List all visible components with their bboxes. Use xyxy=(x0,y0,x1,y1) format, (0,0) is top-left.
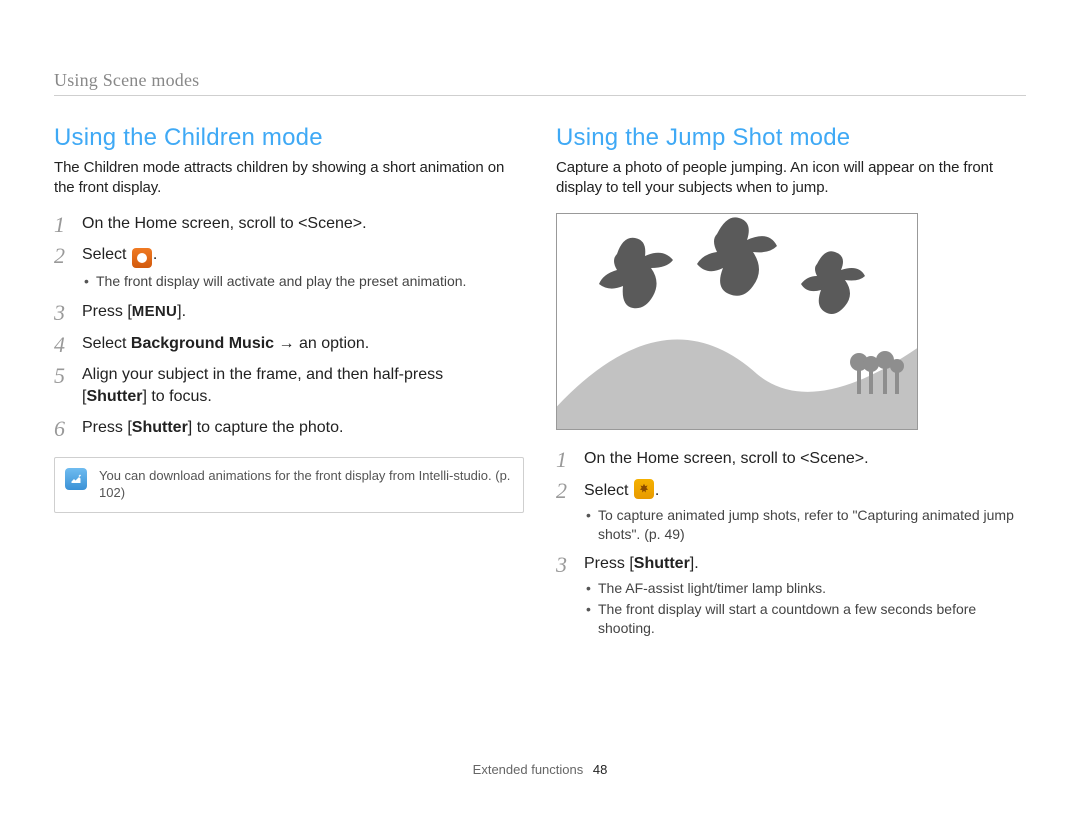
step-sub-list: To capture animated jump shots, refer to… xyxy=(584,506,1026,544)
step-text-pre: Press [ xyxy=(584,555,634,572)
step-text-pre: Select xyxy=(82,246,131,263)
step-bold: Shutter xyxy=(86,388,142,405)
step-1: On the Home screen, scroll to <Scene>. xyxy=(54,213,524,235)
note-text: You can download animations for the fron… xyxy=(99,468,510,500)
steps-list: On the Home screen, scroll to <Scene>. S… xyxy=(54,213,524,439)
step-sub-list: The front display will activate and play… xyxy=(82,272,524,291)
section-heading-jump-shot-mode: Using the Jump Shot mode xyxy=(556,124,1026,152)
step-text-line1: Align your subject in the frame, and the… xyxy=(82,366,443,383)
step-2: Select . The front display will activate… xyxy=(54,244,524,291)
step-sub-item: The front display will activate and play… xyxy=(82,272,524,291)
children-mode-icon xyxy=(132,248,152,268)
step-text: On the Home screen, scroll to <Scene>. xyxy=(584,450,869,467)
jump-shot-mode-icon xyxy=(634,479,654,499)
step-sub-item: The AF-assist light/timer lamp blinks. xyxy=(584,579,1026,598)
step-1: On the Home screen, scroll to <Scene>. xyxy=(556,448,1026,470)
section-intro: The Children mode attracts children by s… xyxy=(54,158,524,199)
step-text-pre: Select xyxy=(584,482,633,499)
step-text-post: ]. xyxy=(177,303,186,320)
step-2: Select . To capture animated jump shots,… xyxy=(556,479,1026,543)
step-6: Press [Shutter] to capture the photo. xyxy=(54,417,524,439)
breadcrumb: Using Scene modes xyxy=(54,70,1026,91)
menu-button-label: MENU xyxy=(132,303,177,320)
step-sub-item: The front display will start a countdown… xyxy=(584,600,1026,638)
step-4: Select Background Music → an option. xyxy=(54,333,524,355)
step-text-post: ] to capture the photo. xyxy=(188,419,344,436)
left-column: Using the Children mode The Children mod… xyxy=(54,124,524,648)
note-info-icon xyxy=(65,468,87,490)
step-bold: Shutter xyxy=(634,555,690,572)
step-bold: Shutter xyxy=(132,419,188,436)
step-text-post: ] to focus. xyxy=(142,388,211,405)
step-text-post: ]. xyxy=(690,555,699,572)
step-text-post: → an option. xyxy=(274,335,369,352)
step-text-post: . xyxy=(655,482,659,499)
step-3: Press [Shutter]. The AF-assist light/tim… xyxy=(556,553,1026,637)
step-5: Align your subject in the frame, and the… xyxy=(54,364,524,407)
right-column: Using the Jump Shot mode Capture a photo… xyxy=(556,124,1026,648)
step-3: Press [MENU]. xyxy=(54,301,524,323)
step-sub-item: To capture animated jump shots, refer to… xyxy=(584,506,1026,544)
section-heading-children-mode: Using the Children mode xyxy=(54,124,524,152)
step-text-post: . xyxy=(153,246,157,263)
note-box: You can download animations for the fron… xyxy=(54,457,524,513)
step-sub-list: The AF-assist light/timer lamp blinks. T… xyxy=(584,579,1026,638)
step-bold: Background Music xyxy=(131,335,274,352)
footer-section: Extended functions xyxy=(473,762,584,777)
steps-list: On the Home screen, scroll to <Scene>. S… xyxy=(556,448,1026,638)
page-number: 48 xyxy=(593,762,607,777)
step-text-pre: Press [ xyxy=(82,419,132,436)
divider xyxy=(54,95,1026,96)
step-text: On the Home screen, scroll to <Scene>. xyxy=(82,215,367,232)
section-intro: Capture a photo of people jumping. An ic… xyxy=(556,158,1026,199)
manual-page: Using Scene modes Using the Children mod… xyxy=(0,0,1080,815)
step-text-pre: Press [ xyxy=(82,303,132,320)
page-footer: Extended functions 48 xyxy=(0,762,1080,777)
step-text-pre: Select xyxy=(82,335,131,352)
jump-shot-illustration xyxy=(556,213,918,430)
two-column-layout: Using the Children mode The Children mod… xyxy=(54,124,1026,648)
